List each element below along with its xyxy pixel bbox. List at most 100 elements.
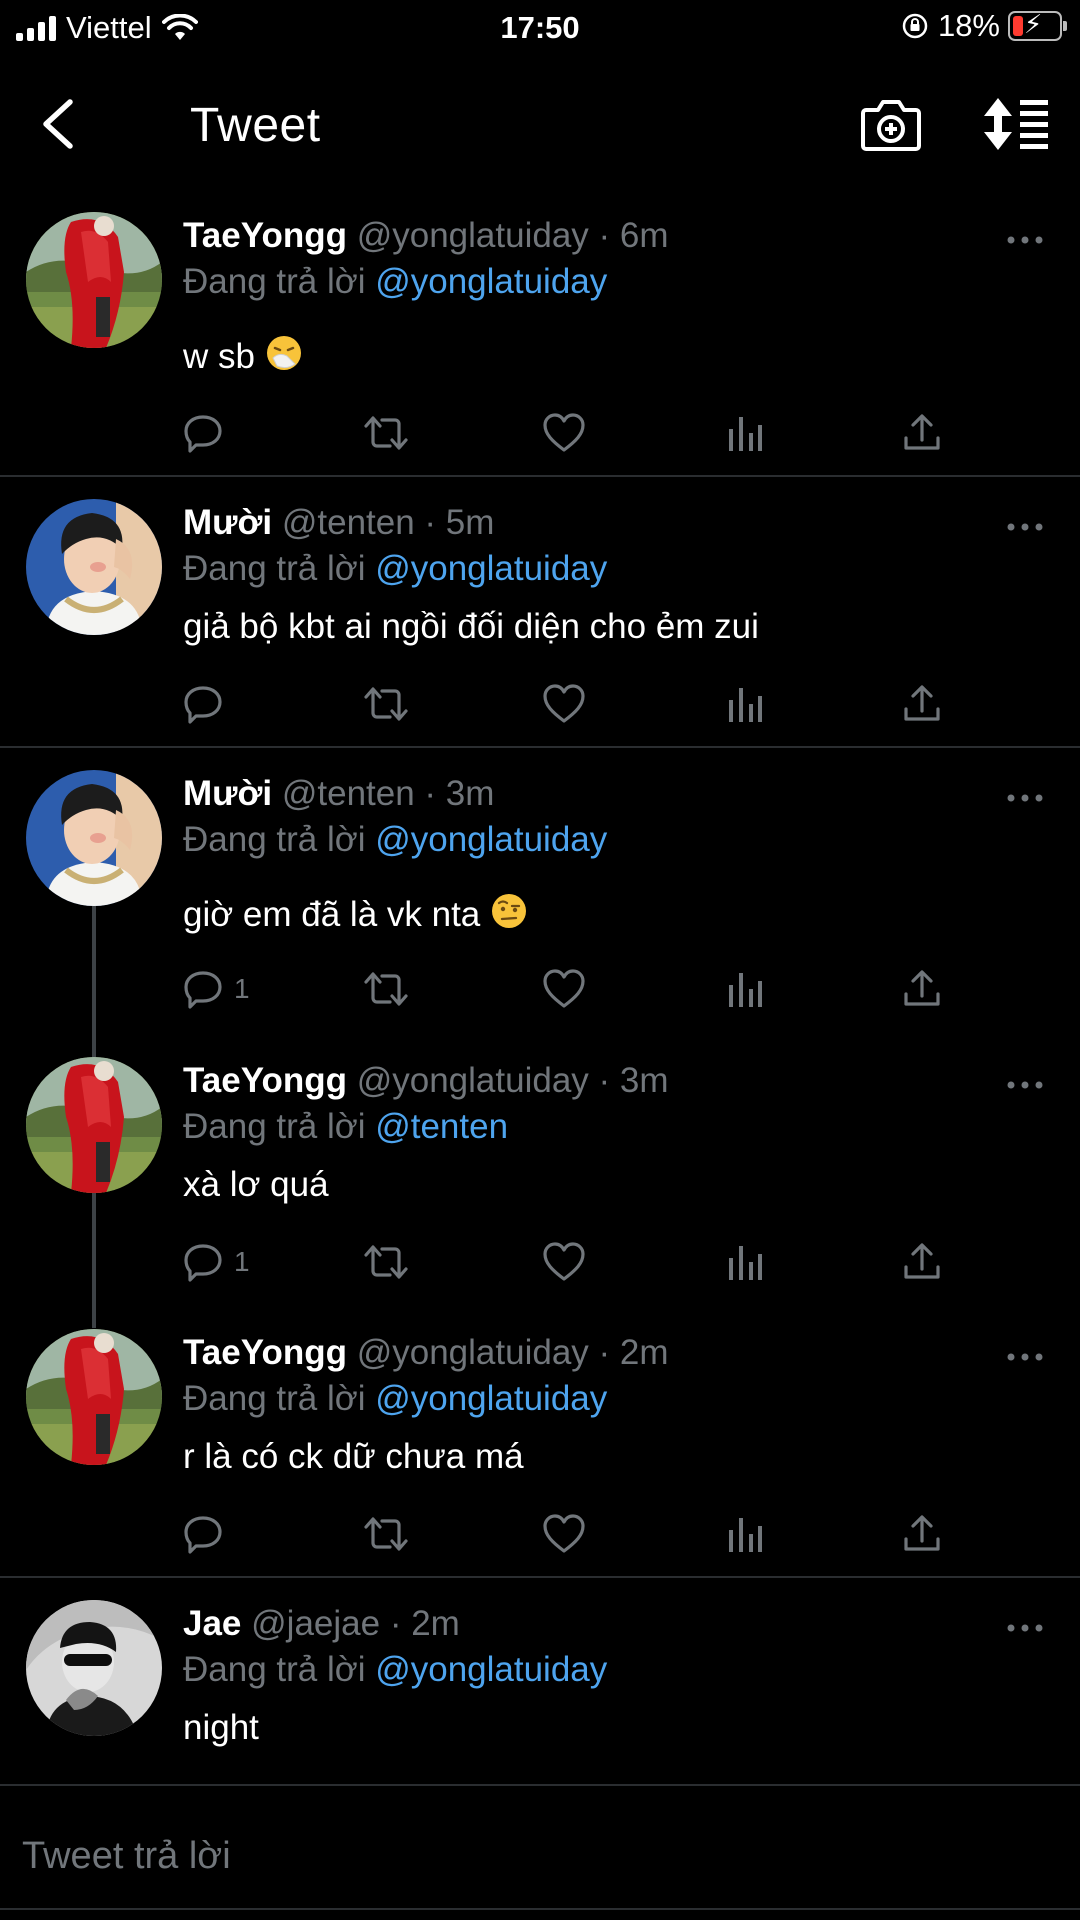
timestamp: · 2m	[389, 1604, 460, 1643]
tweet-item[interactable]: TaeYongg @yonglatuiday · 2m Đang trả lời…	[0, 1323, 1080, 1573]
tweet-text: w sb	[183, 334, 303, 377]
like-button[interactable]	[542, 1509, 586, 1559]
reply-icon	[184, 415, 222, 453]
camera-button[interactable]	[860, 96, 922, 152]
tweet-actions: 1	[182, 1237, 962, 1287]
display-name[interactable]: TaeYongg	[183, 216, 347, 255]
display-name[interactable]: TaeYongg	[183, 1333, 347, 1372]
display-name[interactable]: TaeYongg	[183, 1061, 347, 1100]
nav-bar: Tweet	[0, 84, 1080, 164]
analytics-button[interactable]	[727, 1509, 763, 1559]
raised-eyebrow-emoji-icon	[492, 894, 526, 928]
share-button[interactable]	[902, 408, 942, 458]
status-bar: Viettel 17:50 18% ⚡	[0, 0, 1080, 56]
tweet-actions	[182, 408, 962, 458]
avatar[interactable]	[26, 212, 162, 348]
tweet-item[interactable]: TaeYongg @yonglatuiday · 3m Đang trả lời…	[0, 1051, 1080, 1311]
mention-link[interactable]: @yonglatuiday	[375, 549, 607, 588]
tweet-text: r là có ck dữ chưa má	[183, 1437, 524, 1476]
like-icon	[543, 969, 585, 1008]
handle[interactable]: @yonglatuiday	[357, 1333, 589, 1372]
reply-composer	[0, 1786, 1080, 1920]
more-button[interactable]	[1005, 1075, 1045, 1095]
reply-button[interactable]	[182, 1509, 234, 1559]
timestamp: · 5m	[424, 503, 495, 542]
retweet-icon	[364, 687, 408, 721]
replying-to: Đang trả lời @tenten	[183, 1107, 508, 1147]
tweet-item[interactable]: Mười @tenten · 5m Đang trả lời @yonglatu…	[0, 493, 1080, 743]
retweet-icon	[364, 972, 408, 1006]
analytics-button[interactable]	[727, 408, 763, 458]
more-button[interactable]	[1005, 517, 1045, 537]
more-button[interactable]	[1005, 788, 1045, 808]
reply-icon	[184, 686, 222, 724]
display-name[interactable]: Jae	[183, 1604, 241, 1643]
share-button[interactable]	[902, 964, 942, 1014]
like-icon	[543, 1242, 585, 1281]
avatar[interactable]	[26, 770, 162, 906]
display-name[interactable]: Mười	[183, 503, 272, 542]
mention-link[interactable]: @yonglatuiday	[375, 820, 607, 859]
avatar[interactable]	[26, 499, 162, 635]
like-button[interactable]	[542, 1237, 586, 1287]
avatar[interactable]	[26, 1057, 162, 1193]
analytics-icon	[729, 1518, 762, 1552]
timestamp: · 3m	[424, 774, 495, 813]
back-button[interactable]	[30, 94, 90, 154]
tweet-item[interactable]: TaeYongg @yonglatuiday · 6m Đang trả lời…	[0, 206, 1080, 476]
reply-count: 1	[234, 973, 250, 1004]
tweet-header: TaeYongg @yonglatuiday · 6m	[183, 216, 669, 256]
replying-label: Đang trả lời	[183, 1379, 366, 1418]
mention-link[interactable]: @yonglatuiday	[375, 262, 607, 301]
avatar[interactable]	[26, 1600, 162, 1736]
share-button[interactable]	[902, 679, 942, 729]
analytics-icon	[729, 417, 762, 451]
reply-button[interactable]	[182, 679, 234, 729]
handle[interactable]: @jaejae	[251, 1604, 380, 1643]
handle[interactable]: @yonglatuiday	[357, 216, 589, 255]
retweet-button[interactable]	[362, 408, 410, 458]
avatar[interactable]	[26, 1329, 162, 1465]
like-button[interactable]	[542, 679, 586, 729]
replying-label: Đang trả lời	[183, 820, 366, 859]
reply-button[interactable]	[182, 408, 234, 458]
handle[interactable]: @tenten	[282, 774, 415, 813]
like-button[interactable]	[542, 964, 586, 1014]
reply-icon	[184, 971, 222, 1009]
retweet-button[interactable]	[362, 1509, 410, 1559]
tweet-header: TaeYongg @yonglatuiday · 3m	[183, 1061, 669, 1101]
tweet-item[interactable]: Jae @jaejae · 2m Đang trả lời @yonglatui…	[0, 1594, 1080, 1774]
like-button[interactable]	[542, 408, 586, 458]
tweet-actions	[182, 679, 962, 729]
more-button[interactable]	[1005, 1618, 1045, 1638]
analytics-icon	[729, 973, 762, 1007]
more-icon	[1007, 236, 1043, 244]
status-right: 18% ⚡	[900, 8, 1067, 44]
sort-button[interactable]	[982, 94, 1050, 154]
more-button[interactable]	[1005, 230, 1045, 250]
tweet-item[interactable]: Mười @tenten · 3m Đang trả lời @yonglatu…	[0, 764, 1080, 1044]
more-icon	[1007, 1624, 1043, 1632]
analytics-button[interactable]	[727, 1237, 763, 1287]
retweet-button[interactable]	[362, 1237, 410, 1287]
handle[interactable]: @tenten	[282, 503, 415, 542]
mention-link[interactable]: @yonglatuiday	[375, 1379, 607, 1418]
analytics-button[interactable]	[727, 679, 763, 729]
analytics-button[interactable]	[727, 964, 763, 1014]
replying-to: Đang trả lời @yonglatuiday	[183, 1650, 607, 1690]
reply-button[interactable]: 1	[182, 964, 250, 1014]
display-name[interactable]: Mười	[183, 774, 272, 813]
more-button[interactable]	[1005, 1347, 1045, 1367]
retweet-button[interactable]	[362, 679, 410, 729]
reply-input[interactable]	[22, 1826, 1042, 1886]
retweet-button[interactable]	[362, 964, 410, 1014]
share-button[interactable]	[902, 1237, 942, 1287]
analytics-icon	[729, 1246, 762, 1280]
mention-link[interactable]: @yonglatuiday	[375, 1650, 607, 1689]
reply-button[interactable]: 1	[182, 1237, 250, 1287]
mention-link[interactable]: @tenten	[375, 1107, 508, 1146]
share-button[interactable]	[902, 1509, 942, 1559]
handle[interactable]: @yonglatuiday	[357, 1061, 589, 1100]
tweet-text-content: w sb	[183, 337, 255, 376]
retweet-icon	[364, 1517, 408, 1551]
